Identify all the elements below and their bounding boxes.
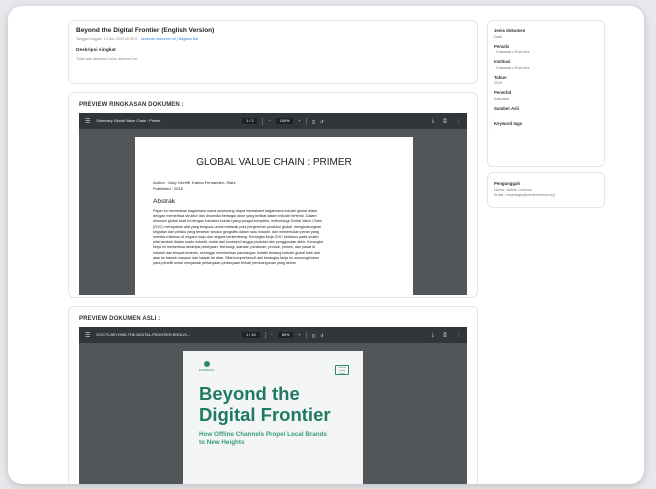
rotate-icon[interactable]: ↺ xyxy=(320,333,323,338)
meta-label: Tahun xyxy=(494,74,507,80)
paper-meta: Author : Gary Gereffi, Karina Fernandez-… xyxy=(153,180,413,191)
download-icon[interactable]: ⤓ xyxy=(432,118,434,124)
original-pdf-viewer: ☰ DOC70-BEYOND-THE-DIGITAL-FRONTIER-ENGL… xyxy=(79,327,467,484)
uploader-email: Email : rimanager@centerforcma.org xyxy=(494,193,555,197)
uploader-label: Pengunggah xyxy=(494,181,521,186)
summary-paper-page: GLOBAL VALUE CHAIN : PRIMER Author : Gar… xyxy=(135,137,413,295)
katadata-badge: Katadata Insight Center xyxy=(335,365,349,375)
rotate-icon[interactable]: ↺ xyxy=(320,119,323,124)
page-frame: Beyond the Digital Frontier (English Ver… xyxy=(8,6,644,484)
summary-zoom-level[interactable]: 100% xyxy=(275,118,294,124)
fit-page-icon[interactable]: ◫ xyxy=(312,333,316,338)
cover-brand: EVERMOS xyxy=(199,368,215,372)
original-viewer-toolbar: ☰ DOC70-BEYOND-THE-DIGITAL-FRONTIER-ENGL… xyxy=(79,327,467,343)
cover-subtitle-line: How Offline Channels Propel Local Brands xyxy=(199,431,328,438)
report-cover-page: EVERMOS Katadata Insight Center Beyond t… xyxy=(183,351,363,484)
original-preview-heading: PREVIEW DOKUMEN ASLI : xyxy=(79,316,161,322)
cover-title: Beyond the Digital Frontier xyxy=(199,383,331,425)
divider xyxy=(264,331,266,339)
document-title: Beyond the Digital Frontier (English Ver… xyxy=(76,27,215,34)
print-icon[interactable]: ⎙ xyxy=(443,332,447,338)
divider xyxy=(305,331,307,339)
zoom-in-icon[interactable]: + xyxy=(298,333,300,337)
original-preview-card: PREVIEW DOKUMEN ASLI : ☰ DOC70-BEYOND-TH… xyxy=(68,306,478,484)
document-info-card: Beyond the Digital Frontier (English Ver… xyxy=(68,20,478,84)
meta-value: Katadata xyxy=(494,96,509,101)
meta-value: - Katadata x Evermos xyxy=(494,50,530,54)
uploader-card: Pengunggah Nama : Admin Cosmos Email : r… xyxy=(487,172,605,208)
upload-date: Tanggal unggah: 13 Nov 2023 02:20:5 xyxy=(76,37,137,41)
meta-value: - xyxy=(494,112,496,116)
metadata-list: Jenis dokumen Data Penulis - Katadata x … xyxy=(488,21,604,132)
download-icon[interactable]: ⤓ xyxy=(432,332,434,338)
evermos-logo-mark xyxy=(203,361,210,367)
abstract-body: Paper ini membahas bagaimana mana seseor… xyxy=(153,209,399,266)
paper-title: GLOBAL VALUE CHAIN : PRIMER xyxy=(196,157,352,168)
document-upload-meta: Tanggal unggah: 13 Nov 2023 02:20:5 Undu… xyxy=(76,37,477,41)
summary-page-indicator[interactable]: 1 / 2 xyxy=(242,118,258,124)
divider xyxy=(262,117,264,125)
summary-viewer-actions: ⤓ ⎙ ⋮ xyxy=(432,118,461,124)
meta-label: Keyword tags xyxy=(494,121,523,126)
meta-label: Penulis xyxy=(494,43,510,49)
meta-label: Jenis dokumen xyxy=(494,28,526,33)
meta-value: 2023 xyxy=(494,81,503,85)
download-link[interactable]: Unduhan dokumen ini | Bagikan link xyxy=(141,37,198,41)
meta-value: - Katadata x Evermos xyxy=(494,65,530,70)
cover-title-line: Beyond the xyxy=(199,383,300,404)
original-page-indicator[interactable]: 1 / 16 xyxy=(242,332,260,338)
more-options-icon[interactable]: ⋮ xyxy=(456,118,461,124)
zoom-out-icon[interactable]: − xyxy=(271,333,273,337)
abstract-heading: Abstrak xyxy=(153,198,176,205)
summary-viewer-controls: 1 / 2 − 100% + ◫ ↺ xyxy=(242,117,323,125)
meta-label: Sumber Asli xyxy=(494,105,519,111)
meta-label: Penerbit xyxy=(494,90,512,95)
evermos-logo: EVERMOS xyxy=(199,361,214,372)
meta-value: Data xyxy=(494,34,502,39)
fit-page-icon[interactable]: ◫ xyxy=(312,119,316,124)
cover-subtitle: How Offline Channels Propel Local Brands… xyxy=(199,431,327,447)
meta-value: - xyxy=(494,127,496,132)
print-icon[interactable]: ⎙ xyxy=(443,118,447,124)
cover-subtitle-line: to New Heights xyxy=(199,439,245,446)
description-text: Tidak ada deskripsi untuk dokumen ini. xyxy=(76,57,138,61)
description-label: Deskripsi singkat xyxy=(76,48,116,53)
summary-preview-card: PREVIEW RINGKASAN DOKUMEN : ☰ Summary Gl… xyxy=(68,92,478,298)
original-viewer-controls: 1 / 16 − 60% + ◫ ↺ xyxy=(242,331,323,339)
menu-icon[interactable]: ☰ xyxy=(85,332,90,339)
divider xyxy=(305,117,307,125)
metadata-card: Jenis dokumen Data Penulis - Katadata x … xyxy=(487,20,605,167)
summary-pdf-viewer: ☰ Summary Global Value Chain : Primer 1 … xyxy=(79,113,467,295)
summary-viewer-toolbar: ☰ Summary Global Value Chain : Primer 1 … xyxy=(79,113,467,129)
cover-title-line: Digital Frontier xyxy=(199,404,331,425)
original-viewer-file-title: DOC70-BEYOND-THE-DIGITAL-FRONTIER-ENGLIS… xyxy=(96,333,190,337)
original-viewer-actions: ⤓ ⎙ ⋮ xyxy=(432,332,461,338)
zoom-out-icon[interactable]: − xyxy=(268,119,270,123)
more-options-icon[interactable]: ⋮ xyxy=(456,332,461,338)
summary-preview-heading: PREVIEW RINGKASAN DOKUMEN : xyxy=(79,102,184,108)
summary-viewer-file-title: Summary Global Value Chain : Primer xyxy=(96,119,161,123)
original-zoom-level[interactable]: 60% xyxy=(277,332,294,338)
abstract-line: para peneliti untuk menjawab pertanyaan-… xyxy=(153,261,296,266)
zoom-in-icon[interactable]: + xyxy=(298,119,300,123)
uploader-name: Nama : Admin Cosmos xyxy=(494,187,532,192)
paper-published: Published : 2016 xyxy=(153,185,183,191)
menu-icon[interactable]: ☰ xyxy=(85,118,90,125)
meta-label: Institusi xyxy=(494,59,511,64)
